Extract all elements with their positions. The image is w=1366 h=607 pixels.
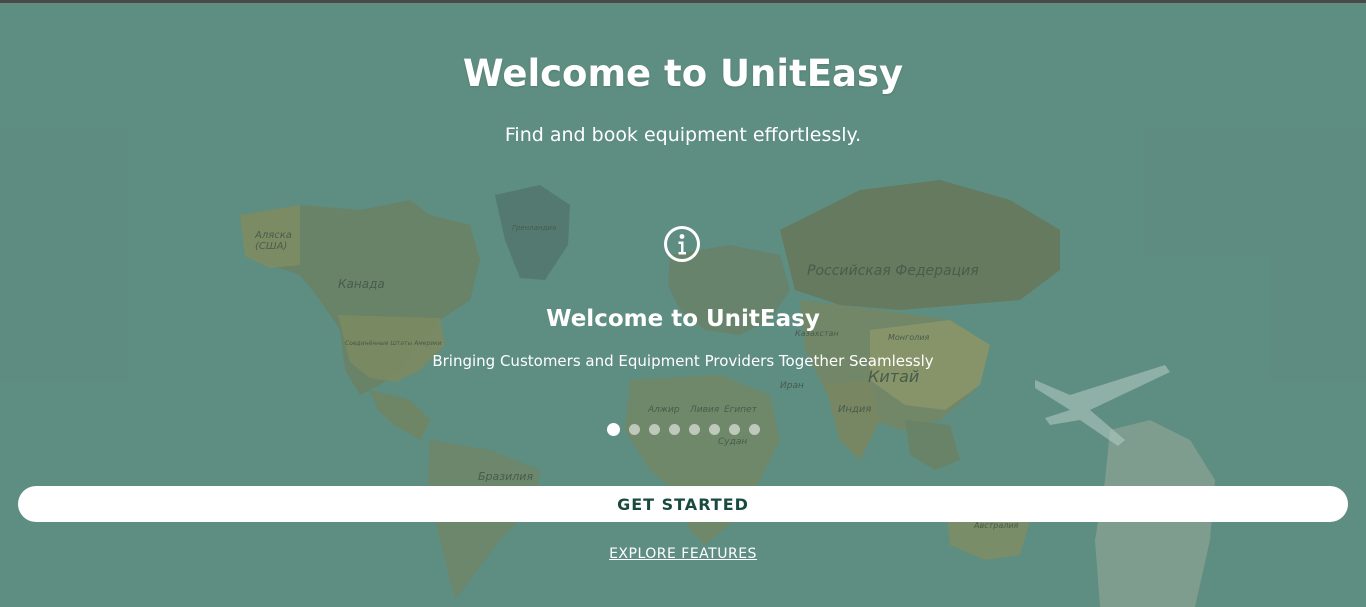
hero-section: Аляска (США) Канада Гренландия Соединённ…: [0, 0, 1366, 607]
page-title: Welcome to UnitEasy: [462, 52, 904, 95]
carousel-dot[interactable]: [688, 423, 700, 435]
explore-features-container: EXPLORE FEATURES: [0, 546, 1366, 562]
carousel-dot[interactable]: [648, 423, 660, 435]
carousel-dot[interactable]: [668, 423, 680, 435]
carousel-dot[interactable]: [708, 423, 720, 435]
carousel-slide-title: Welcome to UnitEasy: [546, 306, 820, 332]
explore-features-link[interactable]: EXPLORE FEATURES: [609, 546, 757, 562]
carousel-dot[interactable]: [748, 423, 760, 435]
carousel-pagination: [0, 422, 1366, 436]
info-circle-icon: [663, 225, 701, 263]
carousel-slide-text: Bringing Customers and Equipment Provide…: [432, 352, 934, 370]
carousel-dot[interactable]: [728, 423, 740, 435]
carousel-dot[interactable]: [628, 423, 640, 435]
top-border: [0, 0, 1366, 3]
get-started-button[interactable]: GET STARTED: [18, 486, 1348, 522]
page-subtitle: Find and book equipment effortlessly.: [504, 124, 862, 146]
carousel-dot[interactable]: [606, 422, 620, 436]
